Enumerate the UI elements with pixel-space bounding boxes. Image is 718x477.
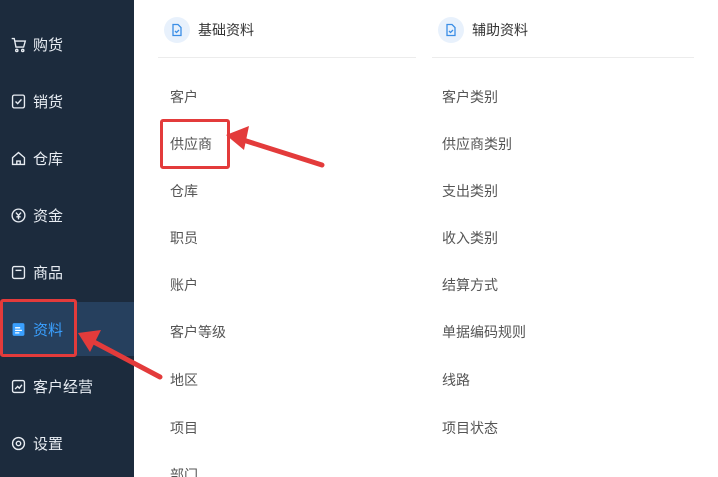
- aux-data-title: 辅助资料: [472, 23, 528, 39]
- chart-icon: [8, 376, 28, 396]
- sidebar-item-label: 购货: [33, 35, 64, 54]
- menu-item-customer-level[interactable]: 客户等级: [170, 322, 226, 342]
- menu-item-customer[interactable]: 客户: [170, 87, 198, 107]
- sidebar-item-purchase[interactable]: 购货: [0, 17, 134, 71]
- menu-item-doc-numbering-rule[interactable]: 单据编码规则: [442, 322, 526, 342]
- sidebar-item-label: 设置: [33, 434, 64, 453]
- menu-item-settlement-method[interactable]: 结算方式: [442, 275, 498, 295]
- sidebar-item-sales[interactable]: 销货: [0, 74, 134, 128]
- sidebar-item-customer-ops[interactable]: 客户经营: [0, 359, 134, 413]
- menu-item-warehouse[interactable]: 仓库: [170, 181, 198, 201]
- data-menu-panel: 基础资料 辅助资料 客户 供应商 仓库 职员 账户 客户等级 地区 项目 部门 …: [134, 0, 718, 477]
- menu-item-supplier-category[interactable]: 供应商类别: [442, 134, 512, 154]
- menu-item-region[interactable]: 地区: [170, 370, 198, 390]
- menu-item-project[interactable]: 项目: [170, 418, 198, 438]
- sidebar-item-settings[interactable]: 设置: [0, 416, 134, 470]
- menu-item-income-category[interactable]: 收入类别: [442, 228, 498, 248]
- menu-item-department[interactable]: 部门: [170, 465, 198, 477]
- sidebar: 购货 销货 仓库 资金 商品 资料 客户经营 设置: [0, 0, 134, 477]
- data-menu-highlight-box: [0, 299, 77, 357]
- file-icon: [164, 17, 190, 43]
- menu-item-expense-category[interactable]: 支出类别: [442, 181, 498, 201]
- sidebar-item-products[interactable]: 商品: [0, 245, 134, 299]
- product-icon: [8, 262, 28, 282]
- menu-item-route[interactable]: 线路: [442, 370, 470, 390]
- basic-data-title: 基础资料: [198, 23, 254, 39]
- menu-item-project-status[interactable]: 项目状态: [442, 418, 498, 438]
- sidebar-item-label: 资金: [33, 206, 64, 225]
- supplier-highlight-box: [160, 119, 230, 169]
- sidebar-item-label: 商品: [33, 263, 64, 282]
- divider: [158, 57, 416, 58]
- cart-icon: [8, 34, 28, 54]
- sidebar-item-label: 客户经营: [33, 377, 94, 396]
- divider: [432, 57, 694, 58]
- sidebar-item-warehouse[interactable]: 仓库: [0, 131, 134, 185]
- sidebar-item-label: 销货: [33, 92, 64, 111]
- gear-icon: [8, 433, 28, 453]
- house-icon: [8, 148, 28, 168]
- file-icon: [438, 17, 464, 43]
- menu-item-account[interactable]: 账户: [170, 275, 198, 295]
- sales-icon: [8, 91, 28, 111]
- sidebar-item-label: 仓库: [33, 149, 64, 168]
- money-icon: [8, 205, 28, 225]
- sidebar-item-funds[interactable]: 资金: [0, 188, 134, 242]
- basic-data-header: 基础资料: [164, 10, 254, 50]
- menu-item-customer-category[interactable]: 客户类别: [442, 87, 498, 107]
- aux-data-header: 辅助资料: [438, 10, 528, 50]
- menu-item-staff[interactable]: 职员: [170, 228, 198, 248]
